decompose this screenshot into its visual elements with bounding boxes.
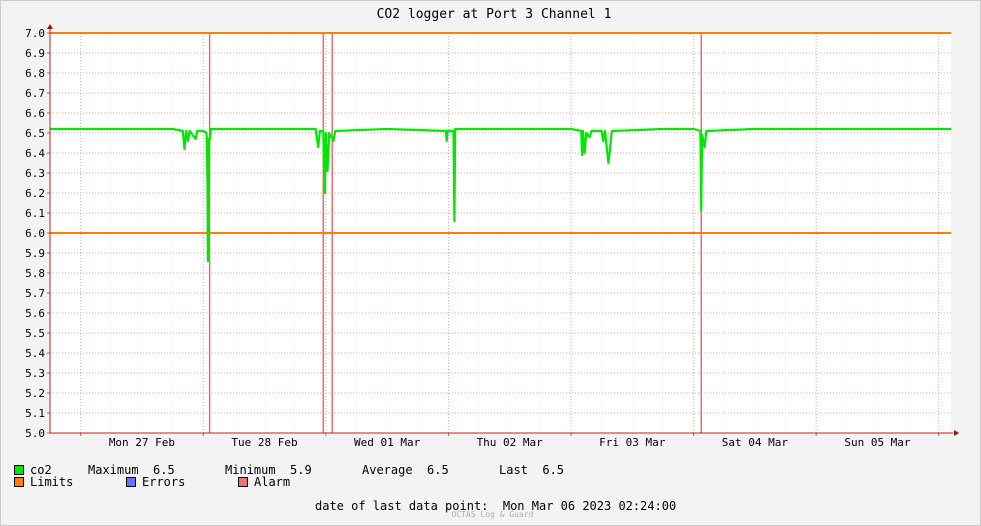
y-tick-label: 5.4 <box>25 347 45 360</box>
y-tick-label: 6.7 <box>25 87 45 100</box>
co2-chart: CO2 logger at Port 3 Channel 1 5.0 5.1 5.2… <box>0 0 981 526</box>
legend-limits: Limits <box>14 475 73 489</box>
y-tick-label: 6.8 <box>25 67 45 80</box>
y-tick-label: 6.9 <box>25 47 45 60</box>
x-tick-label: Thu 02 Mar <box>477 436 544 449</box>
y-tick-label: 6.1 <box>25 207 45 220</box>
y-tick-label: 7.0 <box>25 27 45 40</box>
last-label: Last <box>499 463 528 477</box>
y-tick-label: 6.3 <box>25 167 45 180</box>
y-tick-label: 5.0 <box>25 427 45 440</box>
average-label: Average <box>362 463 413 477</box>
y-tick-label: 6.5 <box>25 127 45 140</box>
x-tick-label: Wed 01 Mar <box>354 436 421 449</box>
y-tick-label: 5.5 <box>25 327 45 340</box>
x-tick-label: Sat 04 Mar <box>722 436 789 449</box>
legend-errors-label: Errors <box>142 475 186 489</box>
limits-swatch <box>14 477 24 487</box>
legend-alarm: Alarm <box>238 475 290 489</box>
legend-average: Average 6.5 <box>362 463 449 477</box>
footer-text: OCTAS Log & Guard <box>451 510 534 519</box>
minimum-value: 5.9 <box>290 463 312 477</box>
last-value: 6.5 <box>542 463 565 477</box>
y-tick-label: 6.6 <box>25 107 45 120</box>
y-tick-label: 5.9 <box>25 247 45 260</box>
legend-errors: Errors <box>126 475 185 489</box>
legend-alarm-label: Alarm <box>254 475 291 489</box>
y-tick-label: 5.2 <box>25 387 45 400</box>
x-tick-label: Mon 27 Feb <box>109 436 175 449</box>
y-tick-label: 6.2 <box>25 187 45 200</box>
x-tick-label: Fri 03 Mar <box>599 436 666 449</box>
y-tick-label: 6.4 <box>25 147 45 160</box>
y-tick-label: 5.3 <box>25 367 45 380</box>
y-tick-label: 6.0 <box>25 227 45 240</box>
y-tick-label: 5.6 <box>25 307 45 320</box>
y-tick-label: 5.7 <box>25 287 45 300</box>
average-value: 6.5 <box>427 463 449 477</box>
legend-last: Last 6.5 <box>499 463 564 477</box>
x-tick-label: Tue 28 Feb <box>231 436 297 449</box>
alarm-swatch <box>238 477 248 487</box>
y-tick-label: 5.1 <box>25 407 45 420</box>
errors-swatch <box>126 477 136 487</box>
co2-swatch <box>14 465 24 475</box>
y-tick-labels: 5.0 5.1 5.2 5.3 5.4 5.5 5.6 5.7 5.8 5.9 6.0 6.1 6.2 6… <box>25 27 45 440</box>
y-tick-label: 5.8 <box>25 267 45 280</box>
x-tick-label: Sun 05 Mar <box>844 436 911 449</box>
chart-title: CO2 logger at Port 3 Channel 1 <box>377 7 612 22</box>
legend-limits-label: Limits <box>30 475 74 489</box>
